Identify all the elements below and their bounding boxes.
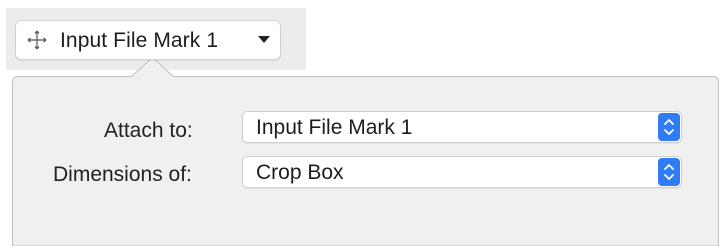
dimensions-of-stepper[interactable]: [658, 158, 680, 186]
attach-to-stepper[interactable]: [658, 113, 680, 141]
move-icon: [27, 30, 47, 50]
mark-settings-window: Input File Mark 1 Attach to: Input File …: [0, 0, 725, 246]
chevron-down-icon: [258, 36, 270, 43]
dimensions-of-label: Dimensions of:: [53, 163, 192, 186]
up-down-stepper-icon: [664, 164, 674, 180]
up-down-stepper-icon: [664, 119, 674, 135]
attach-to-label: Attach to:: [104, 119, 193, 142]
dimensions-of-popup[interactable]: Crop Box: [242, 156, 682, 188]
attach-to-value: Input File Mark 1: [256, 116, 413, 139]
input-file-mark-label: Input File Mark 1: [60, 29, 219, 52]
input-file-mark-button[interactable]: Input File Mark 1: [15, 20, 281, 60]
attach-to-popup[interactable]: Input File Mark 1: [242, 111, 682, 143]
dimensions-of-value: Crop Box: [256, 161, 344, 184]
